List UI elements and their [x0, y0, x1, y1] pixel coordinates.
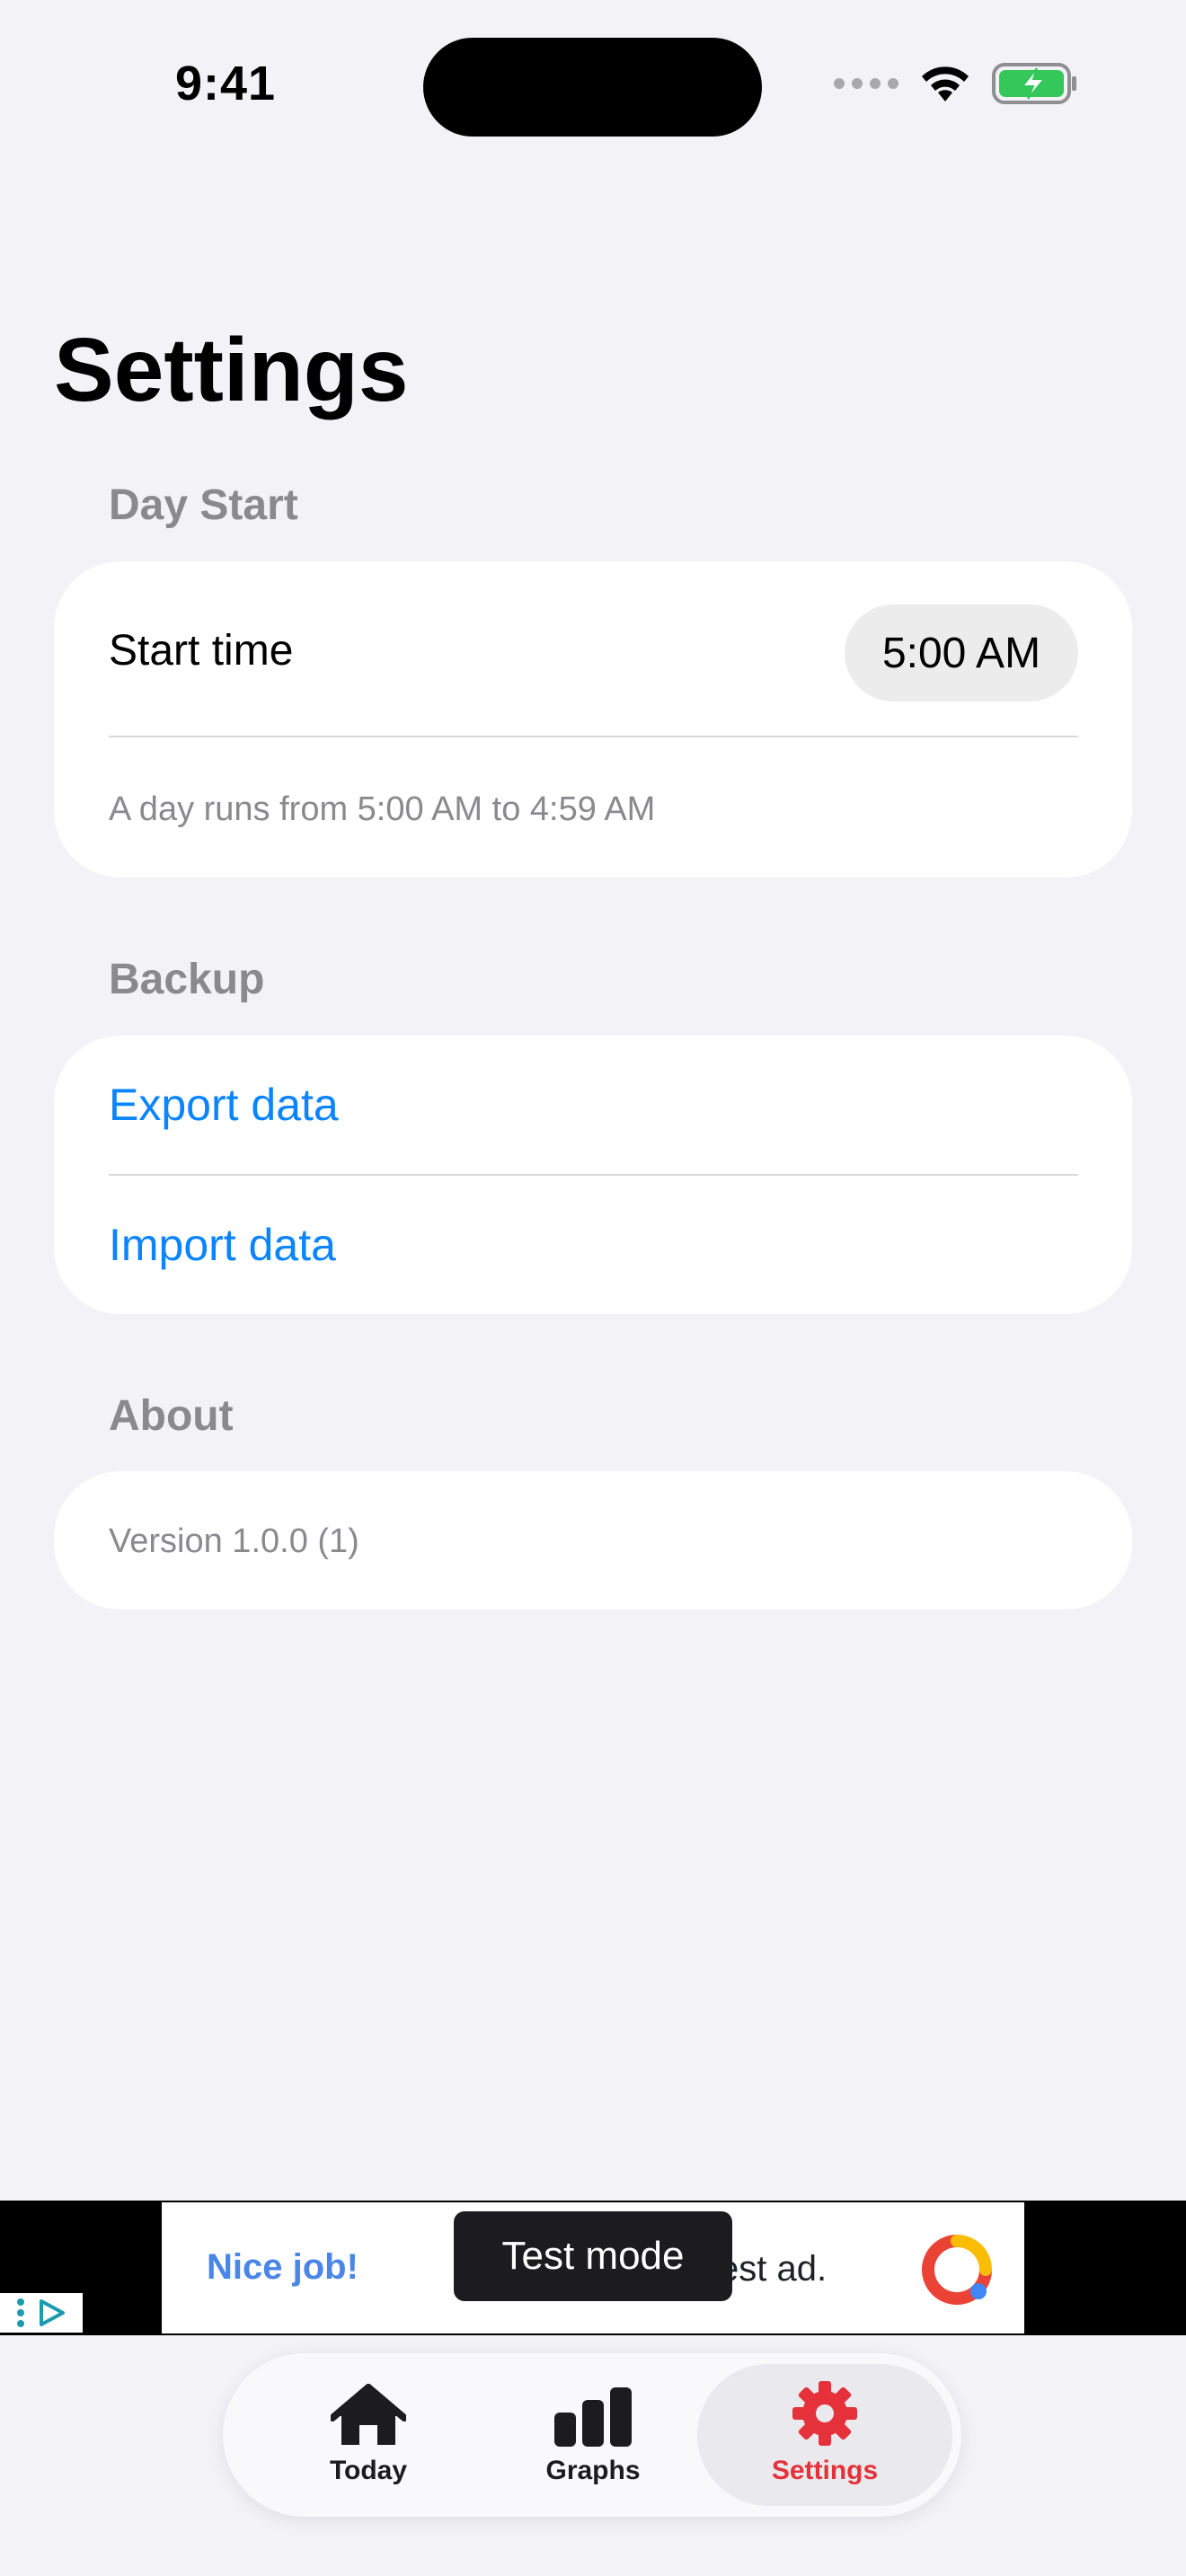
import-data-button[interactable]: Import data: [109, 1219, 336, 1271]
tab-graphs[interactable]: Graphs: [465, 2364, 721, 2506]
divider: [109, 1174, 1078, 1176]
backup-card: Export data Import data: [54, 1036, 1132, 1314]
start-time-picker[interactable]: 5:00 AM: [845, 604, 1078, 701]
tab-settings[interactable]: Settings: [697, 2364, 952, 2506]
about-card: Version 1.0.0 (1): [54, 1471, 1132, 1610]
day-start-card: Start time 5:00 AM A day runs from 5:00 …: [54, 561, 1132, 878]
export-data-button[interactable]: Export data: [109, 1079, 339, 1131]
section-header-about: About: [109, 1392, 234, 1440]
tab-label: Today: [329, 2456, 408, 2485]
tab-bar: Today Graphs Settings: [223, 2353, 961, 2517]
status-time: 9:41: [175, 57, 277, 110]
tab-today[interactable]: Today: [241, 2364, 496, 2506]
section-header-backup: Backup: [109, 956, 265, 1003]
bar-chart-icon: [554, 2387, 632, 2447]
day-range-footnote: A day runs from 5:00 AM to 4:59 AM: [109, 790, 656, 828]
page-title: Settings: [54, 320, 409, 420]
ad-network-logo-icon: [922, 2235, 992, 2305]
tab-label: Graphs: [545, 2456, 641, 2485]
ad-choices-icon[interactable]: [0, 2293, 83, 2333]
test-mode-badge: Test mode: [454, 2211, 732, 2301]
house-icon: [331, 2384, 406, 2445]
version-label: Version 1.0.0 (1): [109, 1522, 359, 1560]
status-bar: 9:41: [0, 0, 1186, 162]
cellular-signal-icon: [834, 78, 898, 89]
ad-body-text: est ad.: [719, 2249, 828, 2289]
start-time-label: Start time: [109, 627, 294, 675]
tab-label: Settings: [771, 2456, 879, 2485]
divider: [109, 736, 1078, 737]
status-indicators: [834, 63, 1078, 104]
dynamic-island: [423, 38, 762, 137]
gear-icon: [792, 2381, 857, 2446]
ad-headline: Nice job!: [207, 2247, 358, 2287]
battery-charging-icon: [992, 63, 1076, 104]
wifi-icon: [922, 66, 969, 101]
section-header-day-start: Day Start: [109, 481, 298, 529]
